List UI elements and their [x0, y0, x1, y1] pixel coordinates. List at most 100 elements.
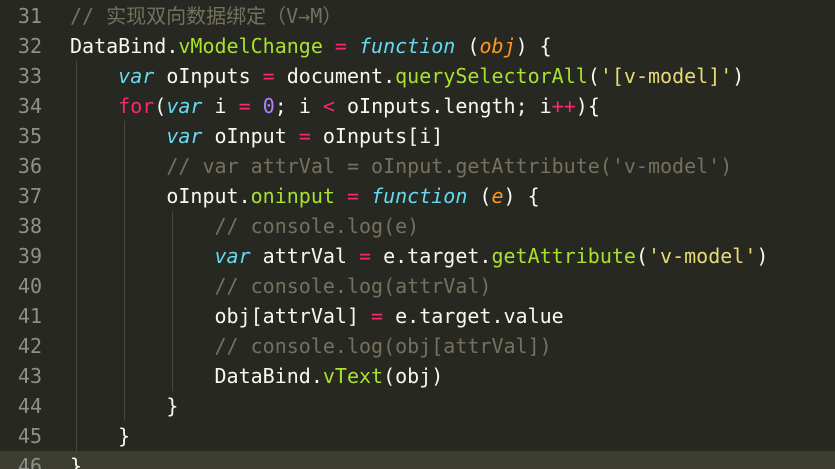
code-editor[interactable]: 31 // 实现双向数据绑定（V→M） 32 DataBind.vModelChang…: [0, 0, 835, 469]
line-number: 36: [17, 154, 42, 178]
code-token: var: [166, 124, 203, 148]
code-token: var: [118, 64, 155, 88]
code-line[interactable]: 37 oInput.oninput = function (e) {: [0, 181, 835, 211]
code-token: (: [587, 64, 600, 88]
code-token: oInput.: [70, 184, 251, 208]
line-number: 41: [17, 304, 42, 328]
code-text: DataBind.vText(obj): [70, 361, 443, 391]
code-token: DataBind: [70, 34, 167, 58]
code-token: ; i: [274, 94, 323, 118]
code-token: =: [262, 64, 275, 88]
code-text: var oInput = oInputs[i]: [70, 121, 443, 151]
code-text: obj[attrVal] = e.target.value: [70, 301, 563, 331]
code-token: obj: [479, 34, 516, 58]
code-token: =: [334, 34, 347, 58]
code-token: }: [70, 454, 83, 469]
code-token: function: [359, 34, 456, 58]
code-token: =: [359, 244, 372, 268]
code-token: DataBind.: [70, 364, 323, 388]
line-number: 37: [17, 184, 42, 208]
code-line[interactable]: 39 var attrVal = e.target.getAttribute('…: [0, 241, 835, 271]
code-token: oInputs[i]: [310, 124, 444, 148]
code-token: attrVal: [250, 244, 359, 268]
line-number: 39: [17, 244, 42, 268]
code-text: }: [70, 391, 178, 421]
code-token: '[v-model]': [599, 64, 733, 88]
code-token: =: [238, 94, 251, 118]
code-token: var: [166, 94, 203, 118]
line-number: 45: [17, 424, 42, 448]
code-token: ) {: [503, 184, 540, 208]
line-number: 44: [17, 394, 42, 418]
line-number: 31: [17, 4, 42, 28]
code-text: // console.log(e): [70, 211, 420, 241]
code-line[interactable]: 43 DataBind.vText(obj): [0, 361, 835, 391]
code-text: // console.log(obj[attrVal]): [70, 331, 552, 361]
code-text: // 实现双向数据绑定（V→M）: [70, 1, 342, 31]
code-token: function: [371, 184, 468, 208]
code-text: oInput.oninput = function (e) {: [70, 181, 540, 211]
code-text: for(var i = 0; i < oInputs.length; i++){: [70, 91, 600, 121]
code-token: oInputs.length; i: [334, 94, 552, 118]
code-text: // var attrVal = oInput.getAttribute('v-…: [70, 151, 732, 181]
code-token: // console.log(attrVal): [214, 274, 492, 298]
code-line[interactable]: 35 var oInput = oInputs[i]: [0, 121, 835, 151]
code-token: getAttribute: [491, 244, 636, 268]
code-token: var: [214, 244, 251, 268]
code-token: oInputs: [154, 64, 263, 88]
code-token: (: [455, 34, 480, 58]
code-line[interactable]: 44 }: [0, 391, 835, 421]
code-token: // 实现双向数据绑定（V→M）: [70, 4, 343, 28]
line-number: 35: [17, 124, 42, 148]
line-number: 46: [17, 454, 42, 469]
code-token: }: [70, 394, 179, 418]
code-text: }: [70, 421, 130, 451]
code-token: =: [298, 124, 311, 148]
code-token: 'v-model': [648, 244, 757, 268]
code-line[interactable]: 31 // 实现双向数据绑定（V→M）: [0, 1, 835, 31]
code-text: }: [70, 451, 83, 469]
code-token: obj[attrVal]: [70, 304, 372, 328]
code-token: ): [732, 64, 745, 88]
line-number: 38: [17, 214, 42, 238]
code-text: var oInputs = document.querySelectorAll(…: [70, 61, 744, 91]
code-token: 0: [262, 94, 275, 118]
code-token: // console.log(obj[attrVal]): [214, 334, 552, 358]
code-token: e.target.: [371, 244, 492, 268]
code-line[interactable]: 41 obj[attrVal] = e.target.value: [0, 301, 835, 331]
code-line[interactable]: 46}: [0, 451, 835, 469]
code-token: }: [70, 424, 131, 448]
line-number: 42: [17, 334, 42, 358]
code-token: oninput: [250, 184, 335, 208]
code-line[interactable]: 45 }: [0, 421, 835, 451]
line-number: 43: [17, 364, 42, 388]
code-token: for: [118, 94, 155, 118]
code-token: ){: [575, 94, 600, 118]
code-line[interactable]: 38 // console.log(e): [0, 211, 835, 241]
code-token: vModelChange: [178, 34, 323, 58]
code-line[interactable]: 36 // var attrVal = oInput.getAttribute(…: [0, 151, 835, 181]
code-token: i: [202, 94, 239, 118]
code-token: (: [467, 184, 492, 208]
line-number: 34: [17, 94, 42, 118]
code-line[interactable]: 33 var oInputs = document.querySelectorA…: [0, 61, 835, 91]
code-token: // console.log(e): [214, 214, 420, 238]
code-line[interactable]: 42 // console.log(obj[attrVal]): [0, 331, 835, 361]
line-number: 33: [17, 64, 42, 88]
code-line[interactable]: 32 DataBind.vModelChange = function (obj)…: [0, 31, 835, 61]
code-line[interactable]: 34 for(var i = 0; i < oInputs.length; i+…: [0, 91, 835, 121]
line-number: 40: [17, 274, 42, 298]
code-line[interactable]: 40 // console.log(attrVal): [0, 271, 835, 301]
code-token: =: [371, 304, 384, 328]
